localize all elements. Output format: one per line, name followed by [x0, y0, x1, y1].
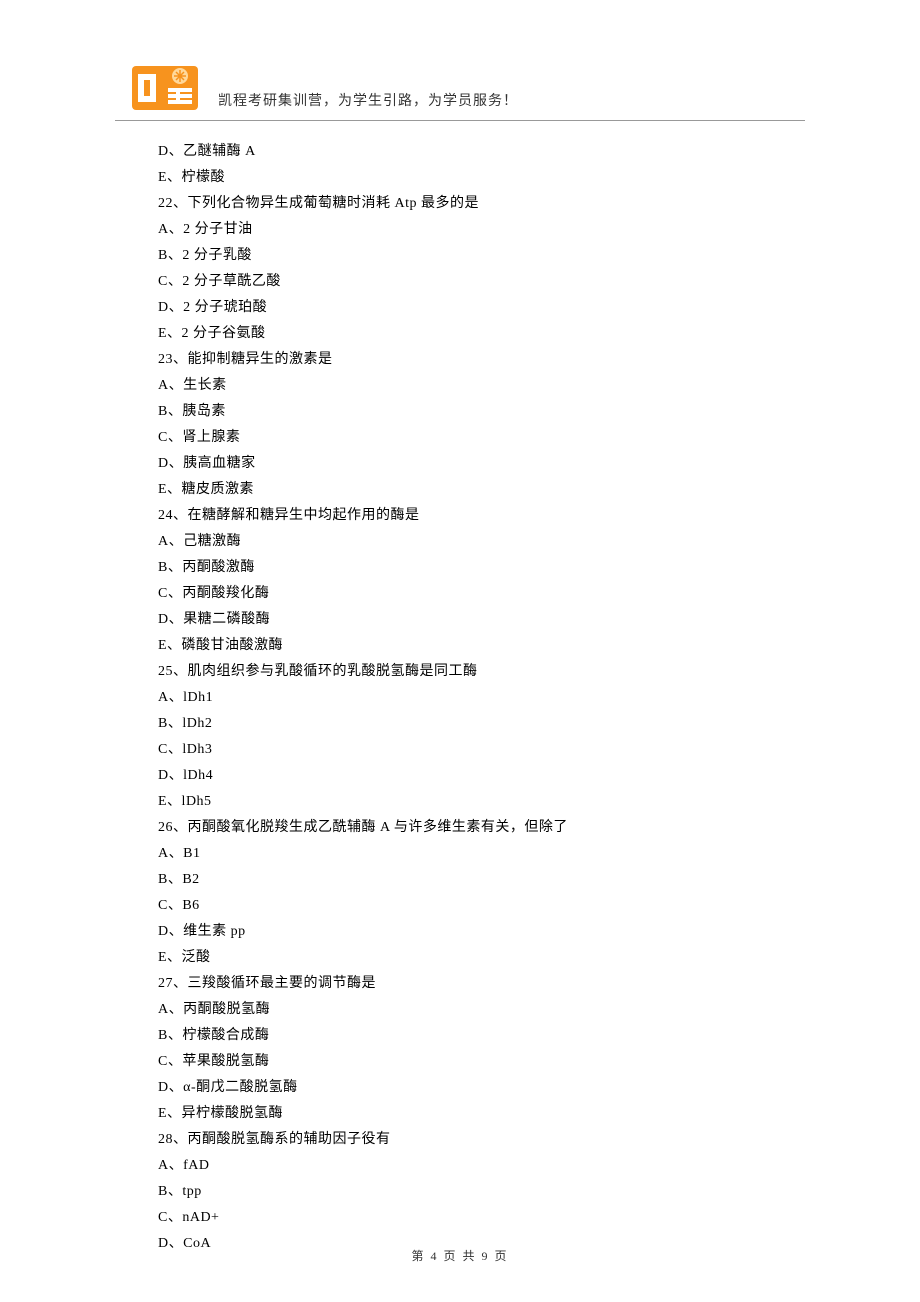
- text-line: A、2 分子甘油: [158, 217, 790, 243]
- text-line: C、苹果酸脱氢酶: [158, 1049, 790, 1075]
- text-line: D、果糖二磷酸酶: [158, 607, 790, 633]
- text-line: A、己糖激酶: [158, 529, 790, 555]
- brand-logo: [130, 60, 200, 116]
- text-line: E、柠檬酸: [158, 165, 790, 191]
- text-line: D、lDh4: [158, 763, 790, 789]
- text-line: B、柠檬酸合成酶: [158, 1023, 790, 1049]
- text-line: B、lDh2: [158, 711, 790, 737]
- page-header: 凯程考研集训营，为学生引路，为学员服务！: [130, 60, 790, 116]
- text-line: E、糖皮质激素: [158, 477, 790, 503]
- text-line: C、B6: [158, 893, 790, 919]
- document-content: D、乙醚辅酶 A E、柠檬酸 22、下列化合物异生成葡萄糖时消耗 Atp 最多的…: [130, 139, 790, 1257]
- text-line: E、泛酸: [158, 945, 790, 971]
- text-line: E、异柠檬酸脱氢酶: [158, 1101, 790, 1127]
- text-line: C、丙酮酸羧化酶: [158, 581, 790, 607]
- text-line: A、B1: [158, 841, 790, 867]
- text-line: A、生长素: [158, 373, 790, 399]
- text-line: C、lDh3: [158, 737, 790, 763]
- text-line: C、肾上腺素: [158, 425, 790, 451]
- text-line: 26、丙酮酸氧化脱羧生成乙酰辅酶 A 与许多维生素有关，但除了: [158, 815, 790, 841]
- text-line: E、2 分子谷氨酸: [158, 321, 790, 347]
- header-tagline: 凯程考研集训营，为学生引路，为学员服务！: [218, 90, 518, 116]
- text-line: B、丙酮酸激酶: [158, 555, 790, 581]
- text-line: E、磷酸甘油酸激酶: [158, 633, 790, 659]
- text-line: B、胰岛素: [158, 399, 790, 425]
- text-line: D、维生素 pp: [158, 919, 790, 945]
- text-line: B、tpp: [158, 1179, 790, 1205]
- text-line: 24、在糖酵解和糖异生中均起作用的酶是: [158, 503, 790, 529]
- text-line: 25、肌肉组织参与乳酸循环的乳酸脱氢酶是同工酶: [158, 659, 790, 685]
- page-footer: 第 4 页 共 9 页: [0, 1247, 920, 1264]
- text-line: B、B2: [158, 867, 790, 893]
- text-line: 27、三羧酸循环最主要的调节酶是: [158, 971, 790, 997]
- text-line: D、α-酮戊二酸脱氢酶: [158, 1075, 790, 1101]
- text-line: B、2 分子乳酸: [158, 243, 790, 269]
- text-line: 22、下列化合物异生成葡萄糖时消耗 Atp 最多的是: [158, 191, 790, 217]
- text-line: C、nAD+: [158, 1205, 790, 1231]
- header-divider: [115, 120, 805, 121]
- document-page: 凯程考研集训营，为学生引路，为学员服务！ D、乙醚辅酶 A E、柠檬酸 22、下…: [0, 0, 920, 1297]
- text-line: A、lDh1: [158, 685, 790, 711]
- text-line: C、2 分子草酰乙酸: [158, 269, 790, 295]
- text-line: A、丙酮酸脱氢酶: [158, 997, 790, 1023]
- text-line: 28、丙酮酸脱氢酶系的辅助因子役有: [158, 1127, 790, 1153]
- text-line: E、lDh5: [158, 789, 790, 815]
- logo-icon: [130, 60, 200, 116]
- text-line: D、胰高血糖家: [158, 451, 790, 477]
- text-line: 23、能抑制糖异生的激素是: [158, 347, 790, 373]
- text-line: D、乙醚辅酶 A: [158, 139, 790, 165]
- text-line: D、2 分子琥珀酸: [158, 295, 790, 321]
- text-line: A、fAD: [158, 1153, 790, 1179]
